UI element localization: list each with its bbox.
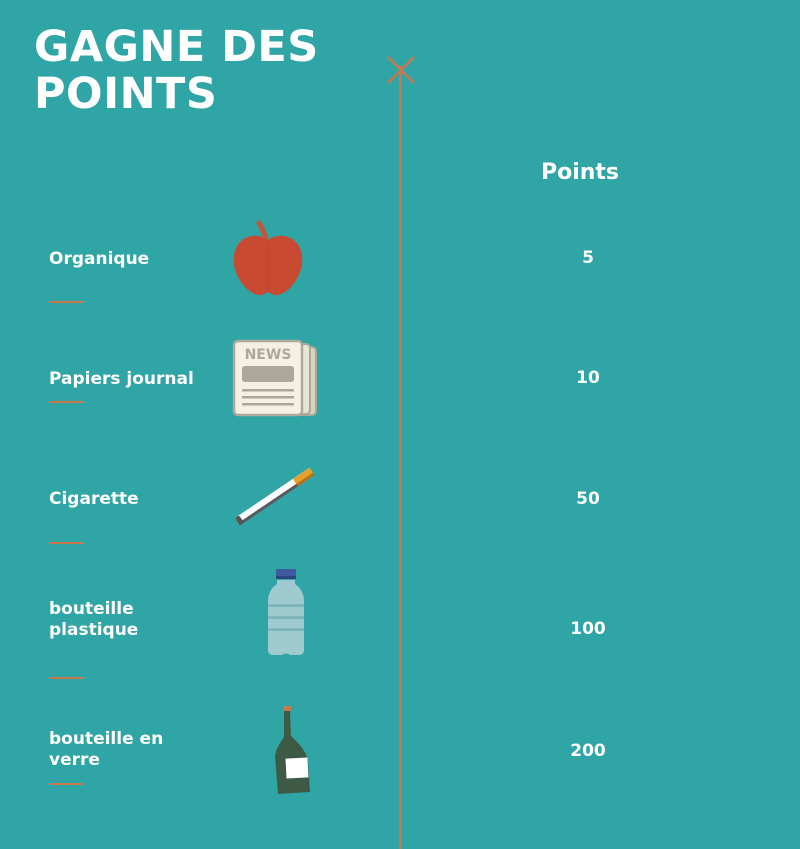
- item-label: Cigarette: [49, 489, 139, 509]
- plastic-bottle-icon: [268, 569, 304, 655]
- center-divider: [399, 66, 402, 849]
- item-points: 200: [570, 741, 606, 761]
- item-points: 10: [576, 368, 600, 388]
- item-underline: [49, 542, 84, 544]
- cigarette-icon: [235, 468, 315, 526]
- apple-icon: [233, 220, 303, 296]
- cross-icon: [387, 56, 415, 84]
- item-label: Organique: [49, 249, 150, 269]
- item-label: bouteille plastique: [49, 599, 139, 640]
- page-title: GAGNE DES POINTS: [34, 22, 319, 119]
- item-label: bouteille en verre: [49, 729, 164, 770]
- item-underline: [49, 677, 84, 679]
- item-underline: [49, 783, 84, 785]
- glass-bottle-icon: [275, 706, 310, 794]
- points-column-header: Points: [540, 160, 620, 185]
- item-underline: [49, 301, 84, 303]
- item-label: Papiers journal: [49, 369, 194, 389]
- news-text: NEWS: [245, 347, 292, 363]
- item-points: 100: [570, 619, 606, 639]
- newspaper-icon: NEWS: [232, 339, 317, 417]
- item-underline: [49, 401, 84, 403]
- item-points: 50: [576, 489, 600, 509]
- item-points: 5: [582, 248, 594, 268]
